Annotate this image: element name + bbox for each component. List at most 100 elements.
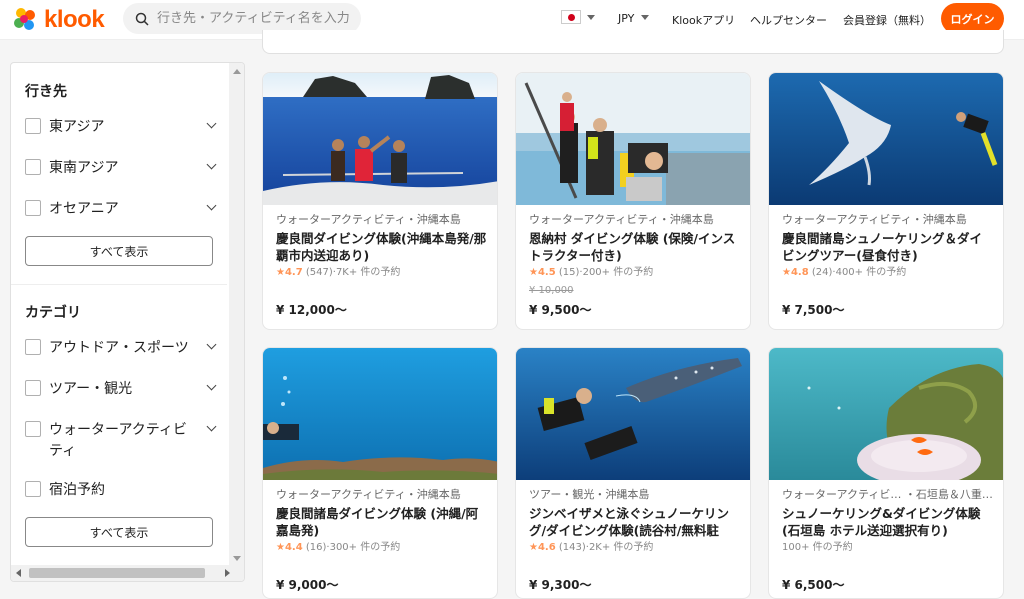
checkbox[interactable] [25, 481, 41, 497]
filter-accommodation[interactable]: 宿泊予約 [25, 480, 215, 501]
rating-row: ★4.5 (15)·200+ 件の予約 [529, 266, 741, 280]
scrollbar-thumb[interactable] [29, 568, 205, 578]
rating-score: 4.8 [790, 267, 809, 278]
rating-row: ★4.7 (547)·7K+ 件の予約 [276, 266, 488, 280]
rating-meta: 100+ 件の予約 [782, 542, 853, 553]
filter-sidebar: 行き先 東アジア 東南アジア オセアニア すべて表示 カテゴリ アウトドア・スポ… [10, 62, 245, 582]
rating-score: 4.4 [284, 542, 303, 553]
activity-image [516, 73, 750, 205]
activity-title[interactable]: ジンベイザメと泳ぐシュノーケリング/ダイビング体験(読谷村/無料駐車… [529, 505, 741, 539]
activity-title[interactable]: 慶良間諸島シュノーケリング＆ダイビングツアー(昼食付き) [782, 230, 994, 264]
checkbox[interactable] [25, 200, 41, 216]
filter-southeast-asia[interactable]: 東南アジア [25, 158, 217, 179]
checkbox[interactable] [25, 380, 41, 396]
search-input[interactable] [157, 11, 357, 26]
filter-outdoor-sports[interactable]: アウトドア・スポーツ [25, 338, 217, 359]
activity-category: ウォーターアクティビティ・沖縄本島 [276, 213, 461, 226]
activity-price: ¥ 9,300〜 [529, 578, 592, 592]
activity-title[interactable]: シュノーケリング&ダイビング体験 (石垣島 ホテル送迎選択有り) [782, 505, 994, 539]
rating-meta: (15)·200+ 件の予約 [558, 267, 654, 278]
rating-row: ★4.8 (24)·400+ 件の予約 [782, 266, 994, 280]
filter-tours[interactable]: ツアー・観光 [25, 379, 217, 400]
checkbox[interactable] [25, 159, 41, 175]
rating-meta: (143)·2K+ 件の予約 [558, 542, 654, 553]
vertical-scrollbar[interactable] [229, 63, 244, 567]
destination-title: 行き先 [25, 84, 67, 100]
chevron-down-icon[interactable] [206, 380, 217, 391]
currency-selector[interactable]: JPY [618, 12, 634, 25]
filter-east-asia[interactable]: 東アジア [25, 117, 217, 138]
activity-card[interactable]: ウォーターアクティビティ・沖縄本島 慶良間ダイビング体験(沖縄本島発/那覇市内送… [262, 72, 498, 330]
activity-card[interactable]: ウォーターアクティビ… ・石垣島＆八重山… シュノーケリング&ダイビング体験 (… [768, 347, 1004, 599]
star-icon: ★ [782, 267, 791, 278]
rating-meta: (547)·7K+ 件の予約 [305, 267, 401, 278]
chevron-down-icon[interactable] [206, 421, 217, 432]
rating-score: 4.5 [537, 267, 556, 278]
rating-score: 4.6 [537, 542, 556, 553]
activity-category: ウォーターアクティビティ・沖縄本島 [529, 213, 714, 226]
rating-meta: (16)·300+ 件の予約 [305, 542, 401, 553]
filter-label: ツアー・観光 [49, 381, 133, 397]
activity-image [769, 73, 1003, 205]
filter-label: アウトドア・スポーツ [49, 340, 189, 356]
scroll-up-icon[interactable] [233, 69, 241, 74]
activity-category: ウォーターアクティビティ・沖縄本島 [276, 488, 461, 501]
checkbox[interactable] [25, 118, 41, 134]
category-show-all-button[interactable]: すべて表示 [25, 517, 213, 547]
search-icon [135, 12, 149, 26]
klook-logo-icon [10, 5, 40, 35]
rating-row: 100+ 件の予約 [782, 541, 994, 555]
scroll-down-icon[interactable] [233, 556, 241, 561]
filter-label: ウォーターアクティビティ [49, 422, 187, 459]
activity-title[interactable]: 慶良間諸島ダイビング体験 (沖縄/阿嘉島発) [276, 505, 488, 539]
checkbox[interactable] [25, 339, 41, 355]
activity-image [263, 73, 497, 205]
signup-link[interactable]: 会員登録（無料） [843, 12, 931, 28]
previous-card-edge [262, 30, 1004, 54]
filter-label: オセアニア [49, 201, 119, 217]
activity-card[interactable]: ウォーターアクティビティ・沖縄本島 恩納村 ダイビング体験 (保険/インストラク… [515, 72, 751, 330]
checkbox[interactable] [25, 421, 41, 437]
filter-oceania[interactable]: オセアニア [25, 199, 217, 220]
activity-card[interactable]: ツアー・観光・沖縄本島 ジンベイザメと泳ぐシュノーケリング/ダイビング体験(読谷… [515, 347, 751, 599]
brand-name: klook [44, 6, 105, 33]
filter-label: 東南アジア [49, 160, 119, 176]
horizontal-scrollbar[interactable] [11, 565, 244, 581]
divider [11, 284, 227, 285]
activity-image [769, 348, 1003, 480]
category-title: カテゴリ [25, 305, 81, 321]
activity-category: ウォーターアクティビティ・沖縄本島 [782, 213, 967, 226]
activity-price: ¥ 12,000〜 [276, 303, 347, 317]
chevron-down-icon[interactable] [206, 159, 217, 170]
filter-label: 東アジア [49, 119, 105, 135]
klook-app-link[interactable]: Klookアプリ [672, 12, 735, 28]
star-icon: ★ [276, 542, 285, 553]
chevron-down-icon[interactable] [641, 15, 649, 20]
chevron-down-icon[interactable] [206, 118, 217, 129]
klook-logo[interactable]: klook [10, 5, 105, 35]
activity-price: ¥ 9,000〜 [276, 578, 339, 592]
filter-water-activity[interactable]: ウォーターアクティビティ [25, 420, 217, 462]
scroll-right-icon[interactable] [225, 569, 230, 577]
activity-category: ツアー・観光・沖縄本島 [529, 488, 650, 501]
activity-title[interactable]: 恩納村 ダイビング体験 (保険/インストラクター付き) [529, 230, 741, 264]
japan-flag-icon[interactable] [561, 10, 581, 24]
chevron-down-icon[interactable] [587, 15, 595, 20]
rating-row: ★4.6 (143)·2K+ 件の予約 [529, 541, 741, 555]
activity-category: ウォーターアクティビ… ・石垣島＆八重山… [782, 488, 994, 501]
rating-score: 4.7 [284, 267, 303, 278]
scroll-left-icon[interactable] [16, 569, 21, 577]
chevron-down-icon[interactable] [206, 200, 217, 211]
star-icon: ★ [529, 542, 538, 553]
help-center-link[interactable]: ヘルプセンター [750, 12, 827, 28]
activity-title[interactable]: 慶良間ダイビング体験(沖縄本島発/那覇市内送迎あり) [276, 230, 488, 264]
activity-card[interactable]: ウォーターアクティビティ・沖縄本島 慶良間諸島シュノーケリング＆ダイビングツアー… [768, 72, 1004, 330]
activity-image [516, 348, 750, 480]
rating-meta: (24)·400+ 件の予約 [811, 267, 907, 278]
activity-card[interactable]: ウォーターアクティビティ・沖縄本島 慶良間諸島ダイビング体験 (沖縄/阿嘉島発)… [262, 347, 498, 599]
rating-row: ★4.4 (16)·300+ 件の予約 [276, 541, 488, 555]
star-icon: ★ [276, 267, 285, 278]
chevron-down-icon[interactable] [206, 339, 217, 350]
destination-show-all-button[interactable]: すべて表示 [25, 236, 213, 266]
activity-image [263, 348, 497, 480]
